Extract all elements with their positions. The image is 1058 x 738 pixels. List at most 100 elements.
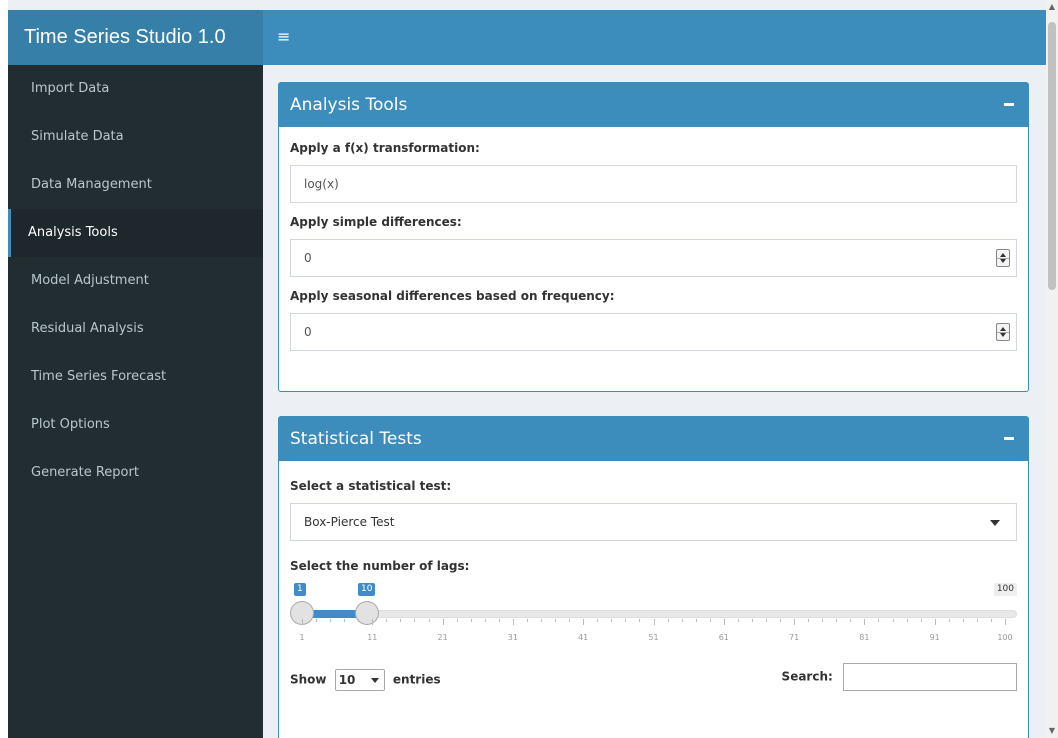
slider-tick-label: 71 [789,633,800,642]
slider-tick [611,619,613,622]
slider-tick [751,619,753,622]
slider-tick [794,619,796,625]
scrollbar-thumb[interactable] [1048,22,1056,290]
sidebar-item-plot-options[interactable]: Plot Options [8,401,263,449]
slider-tick [920,619,922,622]
slider-max-label: 100 [993,583,1017,596]
table-controls: Show 10 entries Search: [290,663,1017,703]
spinner-icon[interactable] [996,323,1010,341]
slider-tick-label: 61 [718,633,729,642]
slider-tick [892,619,894,622]
seasonal-value: 0 [304,325,312,339]
slider-tick [765,619,767,622]
slider-tick [723,619,725,625]
slider-tick [569,619,571,622]
entries-select[interactable]: 10 [334,669,385,691]
slider-tick [906,619,908,622]
slider-tick [737,619,739,622]
slider-tick [864,619,866,625]
slider-tick [948,619,950,622]
spinner-icon[interactable] [996,249,1010,267]
chevron-down-icon [370,678,379,683]
slider-tick-label: 31 [507,633,518,642]
collapse-icon[interactable] [1004,437,1014,440]
seasonal-input[interactable]: 0 [290,313,1017,351]
slider-tick [541,619,543,622]
slider-tick [456,619,458,622]
diff-label: Apply simple differences: [290,215,462,229]
lags-slider[interactable]: 1 10 100 1 11 21 31 41 51 61 71 81 91 100 [290,583,1017,661]
slider-tick-label: 1 [299,633,305,642]
slider-tick [512,619,514,625]
slider-tick [316,619,318,622]
slider-tick [990,619,992,622]
sidebar-item-model-adjustment[interactable]: Model Adjustment [8,257,263,305]
slider-tick [653,619,655,625]
slider-ticks: 1 11 21 31 41 51 61 71 81 91 100 [290,619,1017,649]
box-title: Analysis Tools [290,95,408,115]
slider-tick [976,619,978,622]
sidebar-item-time-series-forecast[interactable]: Time Series Forecast [8,353,263,401]
transform-label: Apply a f(x) transformation: [290,141,480,155]
slider-tick [962,619,964,622]
slider-tick-label: 41 [578,633,589,642]
analysis-tools-box: Analysis Tools Apply a f(x) transformati… [278,82,1029,392]
slider-tick [470,619,472,622]
length-control: Show 10 entries [290,669,441,691]
slider-tick-label: 21 [437,633,448,642]
sidebar-item-data-management[interactable]: Data Management [8,161,263,209]
entries-value: 10 [338,673,356,687]
slider-track[interactable] [299,610,1017,618]
statistical-tests-header: Statistical Tests [279,417,1028,461]
entries-label: entries [392,672,441,687]
main-content: Analysis Tools Apply a f(x) transformati… [263,65,1046,738]
test-select-value: Box-Pierce Test [304,515,395,529]
diff-input[interactable]: 0 [290,239,1017,277]
slider-tick-label: 100 [997,633,1013,642]
test-label: Select a statistical test: [290,479,452,493]
menu-toggle-icon[interactable]: ≡ [277,27,293,47]
slider-tick [386,619,388,622]
slider-to-label: 10 [358,583,376,596]
analysis-tools-header: Analysis Tools [279,83,1028,127]
sidebar-item-residual-analysis[interactable]: Residual Analysis [8,305,263,353]
sidebar-item-import-data[interactable]: Import Data [8,65,263,113]
slider-tick [1005,619,1006,625]
app-title[interactable]: Time Series Studio 1.0 [8,10,263,65]
sidebar-item-analysis-tools[interactable]: Analysis Tools [8,209,263,257]
slider-tick [695,619,697,622]
slider-tick-label: 51 [648,633,659,642]
search-input[interactable] [843,663,1017,691]
collapse-icon[interactable] [1004,103,1014,106]
slider-tick [639,619,641,622]
slider-tick-label: 11 [367,633,378,642]
page-scrollbar[interactable]: ▲ ▼ [1046,0,1058,738]
slider-tick [344,619,346,622]
slider-tick [302,619,303,625]
slider-tick [484,619,486,622]
slider-tick [836,619,838,622]
sidebar-item-simulate-data[interactable]: Simulate Data [8,113,263,161]
scroll-up-icon[interactable]: ▲ [1046,0,1058,14]
slider-tick [526,619,528,622]
slider-tick [625,619,627,622]
slider-tick [372,619,374,625]
slider-tick [780,619,782,622]
page-margin [0,0,8,738]
test-select[interactable]: Box-Pierce Test [290,503,1017,541]
sidebar-item-generate-report[interactable]: Generate Report [8,449,263,497]
slider-tick [808,619,810,622]
search-label: Search: [781,669,833,684]
statistical-tests-box: Statistical Tests Select a statistical t… [278,416,1029,738]
slider-tick-label: 91 [929,633,940,642]
show-label: Show [290,672,327,687]
scroll-down-icon[interactable]: ▼ [1046,724,1058,738]
diff-value: 0 [304,251,312,265]
transform-input[interactable]: log(x) [290,165,1017,203]
slider-tick [597,619,599,622]
slider-tick-label: 81 [859,633,870,642]
slider-tick [667,619,669,622]
slider-tick [414,619,416,622]
slider-from-label: 1 [294,583,306,596]
slider-tick [498,619,500,622]
